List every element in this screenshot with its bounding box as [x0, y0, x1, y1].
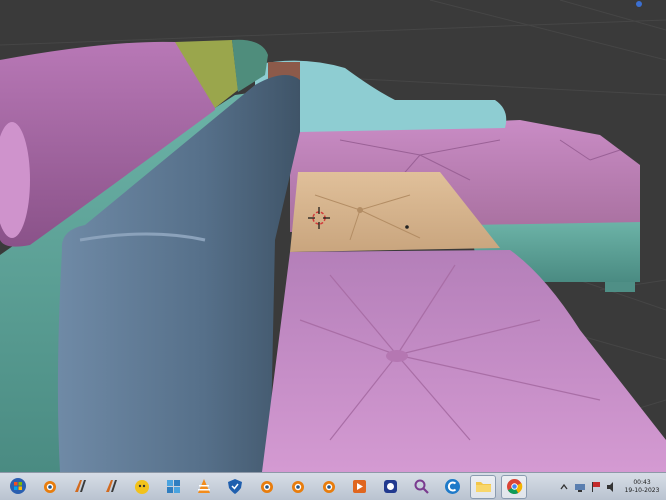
taskbar-app-button[interactable]: [408, 475, 434, 499]
taskbar-app-button[interactable]: [36, 475, 62, 499]
taskbar-app-button[interactable]: [5, 475, 31, 499]
3d-viewport[interactable]: [0, 0, 666, 472]
bird-app-icon: [381, 477, 400, 496]
blender-icon: [40, 477, 59, 496]
start-orb-icon: [9, 477, 28, 496]
orange-app-icon: [350, 477, 369, 496]
network-icon[interactable]: [574, 481, 586, 493]
taskbar: 00:43 19-10-2023: [0, 472, 666, 500]
volume-icon[interactable]: [606, 481, 618, 493]
sofa-foot: [605, 282, 635, 292]
taskbar-app-button[interactable]: [501, 474, 527, 499]
taskbar-app-button[interactable]: [284, 475, 310, 499]
blender-icon: [257, 477, 276, 496]
folder-icon: [474, 477, 493, 496]
c-app-icon: [443, 477, 462, 496]
tool-icon: [102, 477, 121, 496]
taskbar-app-button[interactable]: [67, 475, 93, 499]
tan-cushion-button: [357, 207, 363, 213]
taskbar-app-button[interactable]: [253, 475, 279, 499]
origin-point: [405, 225, 409, 229]
tool-icon: [71, 477, 90, 496]
taskbar-app-button[interactable]: [191, 475, 217, 499]
chrome-icon: [505, 477, 524, 496]
clock-time: 00:43: [633, 478, 651, 486]
clock-date: 19-10-2023: [624, 486, 660, 494]
taskbar-app-button[interactable]: [346, 475, 372, 499]
navigation-gizmo-icon[interactable]: [636, 1, 642, 7]
taskbar-apps: [0, 474, 527, 499]
system-tray: 00:43 19-10-2023: [554, 473, 666, 500]
taskbar-app-button[interactable]: [222, 475, 248, 499]
shield-icon: [226, 477, 245, 496]
blender-icon: [288, 477, 307, 496]
taskbar-app-button[interactable]: [377, 475, 403, 499]
flag-icon[interactable]: [590, 481, 602, 493]
front-cushion-button: [386, 350, 408, 362]
arrow-up-icon[interactable]: [558, 481, 570, 493]
cat-app-icon: [133, 477, 152, 496]
puzzle-icon: [164, 477, 183, 496]
taskbar-app-button[interactable]: [470, 474, 496, 499]
viewport-scene[interactable]: [0, 0, 666, 472]
blender-icon: [319, 477, 338, 496]
taskbar-app-button[interactable]: [315, 475, 341, 499]
taskbar-app-button[interactable]: [129, 475, 155, 499]
taskbar-app-button[interactable]: [160, 475, 186, 499]
taskbar-app-button[interactable]: [98, 475, 124, 499]
clock[interactable]: 00:43 19-10-2023: [624, 479, 660, 495]
magnifier-icon: [412, 477, 431, 496]
vlc-icon: [195, 477, 214, 496]
taskbar-app-button[interactable]: [439, 475, 465, 499]
